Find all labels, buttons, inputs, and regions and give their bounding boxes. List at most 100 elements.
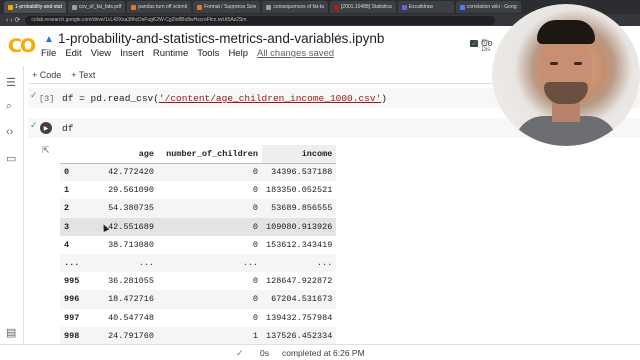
- google-favicon-icon: [459, 4, 465, 10]
- completion-status[interactable]: completed at 6:26 PM: [282, 348, 365, 358]
- code-string-path[interactable]: '/content/age_children_income_1000.csv': [159, 93, 381, 104]
- menu-help[interactable]: Help: [228, 48, 248, 59]
- execution-time: 0s: [260, 348, 269, 358]
- url-field[interactable]: colab.research.google.com/drive/1cL43Xsa…: [25, 15, 496, 25]
- cell-income: 139432.757984: [266, 312, 333, 323]
- table-row: 996 18.472716 0 67204.531673: [60, 290, 337, 309]
- cell-age: 36.281055: [108, 276, 154, 287]
- files-folder-icon[interactable]: ▭: [6, 152, 16, 165]
- add-code-button[interactable]: + Code: [32, 70, 61, 80]
- table-of-contents-icon[interactable]: ☰: [6, 76, 16, 89]
- menu-tools[interactable]: Tools: [197, 48, 219, 59]
- menu-file[interactable]: File: [41, 48, 56, 59]
- browser-tab-6[interactable]: [2001.10488] Statistica: [329, 1, 396, 13]
- add-text-button[interactable]: + Text: [71, 70, 95, 80]
- command-palette-icon[interactable]: ▤: [6, 326, 16, 339]
- disk-label: Dis: [481, 47, 491, 53]
- browser-tab-7[interactable]: Excalidraw: [397, 1, 454, 13]
- status-check-icon: ✓: [236, 348, 244, 358]
- browser-tab-8[interactable]: correlation wiki - Goog: [455, 1, 521, 13]
- presenter-left-eye: [550, 62, 558, 65]
- cell-children: 1: [158, 326, 262, 345]
- browser-tab-3[interactable]: pandas turn off scienti: [127, 1, 192, 13]
- cell-income: 137526.452334: [262, 326, 337, 345]
- arxiv-favicon-icon: [333, 4, 339, 10]
- cell-age: 18.472716: [94, 290, 158, 309]
- run-cell-button[interactable]: ▶: [40, 122, 52, 134]
- cell-income: 109080.913926: [262, 217, 337, 236]
- cell-age: 38.713080: [108, 239, 154, 250]
- menu-view[interactable]: View: [91, 48, 111, 59]
- cell-children: 0: [252, 239, 258, 250]
- menu-edit[interactable]: Edit: [65, 48, 81, 59]
- search-icon[interactable]: ⌕: [6, 100, 12, 113]
- cell-income: 34396.537188: [262, 163, 337, 182]
- table-row: 997 40.547748 0 139432.757984: [60, 309, 336, 327]
- table-row: 998 24.791760 1 137526.452334: [60, 326, 337, 345]
- table-row: 0 42.772420 0 34396.537188: [60, 163, 337, 182]
- cell-age: 29.561090: [108, 185, 154, 196]
- row-index: 2: [60, 199, 94, 218]
- presenter-right-eye: [574, 62, 582, 65]
- cell-children: 0: [252, 276, 258, 287]
- browser-nav-icons[interactable]: ‹ › ⟳: [6, 16, 20, 24]
- row-index: 1: [64, 185, 70, 196]
- browser-tab-1[interactable]: 1-probability-and-stat: [4, 1, 66, 13]
- column-header-children: number_of_children: [158, 145, 262, 164]
- cell-income: 183350.052521: [266, 185, 333, 196]
- status-bar: ✓ 0s completed at 6:26 PM: [0, 344, 640, 360]
- output-actions-icon[interactable]: ⇱: [42, 145, 50, 156]
- colab-favicon-icon: [8, 4, 13, 10]
- menu-runtime[interactable]: Runtime: [153, 48, 188, 59]
- save-status-link[interactable]: All changes saved: [257, 48, 334, 59]
- presenter-beard: [544, 82, 588, 104]
- webcam-overlay: [492, 4, 640, 146]
- browser-tab-4[interactable]: Format / Suppress Scie: [193, 1, 261, 13]
- left-sidebar: ☰ ⌕ ‹› ▭ ▤ ▣: [0, 66, 24, 360]
- presenter-hair: [537, 20, 595, 44]
- cell-age: 40.547748: [108, 312, 154, 323]
- browser-tab-2[interactable]: cov_of_fat_fats.pdf: [67, 1, 126, 13]
- site-favicon-icon: [266, 4, 272, 10]
- row-index: 3: [60, 217, 94, 236]
- star-icon[interactable]: ☆: [333, 31, 344, 45]
- cell-children: 0: [158, 217, 262, 236]
- code-snippets-icon[interactable]: ‹›: [6, 126, 13, 138]
- colab-logo[interactable]: CO: [8, 35, 36, 57]
- row-index: 997: [64, 312, 80, 323]
- cell-children: 0: [158, 290, 262, 309]
- cell-children: 0: [158, 199, 262, 218]
- cell-run-check-icon: ✓: [30, 120, 38, 130]
- ram-disk-indicator[interactable]: ✓ RA Dis: [471, 39, 491, 54]
- table-row: 4 38.713080 0 153612.343419: [60, 236, 336, 254]
- column-header-age: age: [94, 145, 158, 164]
- drive-icon[interactable]: ▲: [44, 34, 54, 45]
- menu-insert[interactable]: Insert: [120, 48, 144, 59]
- cell-income: 67204.531673: [262, 290, 337, 309]
- cell-children: 0: [158, 163, 262, 182]
- cell-code[interactable]: df = pd.read_csv('/content/age_children_…: [62, 93, 387, 104]
- url-text: colab.research.google.com/drive/1cL43Xsa…: [31, 17, 247, 23]
- cell-children: 0: [252, 312, 258, 323]
- row-index: 4: [64, 239, 70, 250]
- stackoverflow-favicon-icon: [197, 4, 203, 10]
- cell-children: 0: [252, 185, 258, 196]
- execution-count: [3]: [39, 94, 55, 104]
- cell-age: ...: [94, 253, 158, 273]
- cell-age: 42.772420: [94, 163, 158, 182]
- document-favicon-icon: [71, 4, 77, 10]
- cell-children: ...: [158, 253, 262, 273]
- cell-income: 128647.922872: [266, 276, 333, 287]
- browser-tab-5[interactable]: consequences of fat-ta: [262, 1, 328, 13]
- stackoverflow-favicon-icon: [131, 4, 137, 10]
- cell-age: 24.791760: [94, 326, 158, 345]
- ram-label: RA: [481, 40, 490, 46]
- cell-code[interactable]: df: [62, 123, 73, 134]
- menu-bar: File Edit View Insert Runtime Tools Help…: [41, 48, 334, 59]
- cell-income: ...: [262, 253, 337, 273]
- code-suffix: ): [381, 93, 387, 104]
- presenter-neck: [552, 102, 580, 122]
- row-index: 995: [64, 276, 80, 287]
- row-index: 996: [60, 290, 94, 309]
- index-header: [60, 145, 94, 164]
